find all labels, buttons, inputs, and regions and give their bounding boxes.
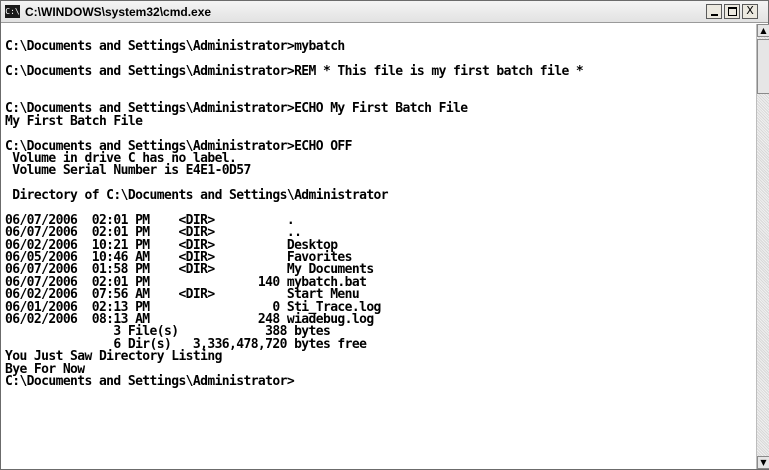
console-line: Volume Serial Number is E4E1-0D57 xyxy=(5,163,251,179)
window-title: C:\WINDOWS\system32\cmd.exe xyxy=(25,5,212,19)
console-line: You Just Saw Directory Listing xyxy=(5,349,222,365)
console-line: C:\Documents and Settings\Administrator>… xyxy=(5,64,584,80)
console-line: C:\Documents and Settings\Administrator> xyxy=(5,373,295,389)
scrollbar-thumb[interactable] xyxy=(757,39,769,94)
console-output[interactable]: C:\Documents and Settings\Administrator>… xyxy=(3,24,755,468)
minimize-button[interactable] xyxy=(706,4,722,19)
vertical-scrollbar[interactable]: ▲ ▼ xyxy=(756,24,769,469)
scroll-down-icon[interactable]: ▼ xyxy=(757,456,769,469)
console-line: My First Batch File xyxy=(5,113,143,129)
maximize-icon xyxy=(728,7,737,16)
scroll-up-icon[interactable]: ▲ xyxy=(757,24,769,37)
title-bar[interactable]: C:\ C:\WINDOWS\system32\cmd.exe X xyxy=(1,1,768,23)
maximize-button[interactable] xyxy=(724,4,740,19)
cmd-window: C:\ C:\WINDOWS\system32\cmd.exe X C:\Doc… xyxy=(0,0,769,470)
close-button[interactable]: X xyxy=(742,4,758,19)
console-line: C:\Documents and Settings\Administrator>… xyxy=(5,39,345,55)
minimize-icon xyxy=(711,14,718,16)
console-text: C:\Documents and Settings\Administrator>… xyxy=(3,24,755,388)
console-line: Directory of C:\Documents and Settings\A… xyxy=(5,188,389,204)
close-icon: X xyxy=(746,4,754,17)
cmd-icon[interactable]: C:\ xyxy=(5,5,20,18)
